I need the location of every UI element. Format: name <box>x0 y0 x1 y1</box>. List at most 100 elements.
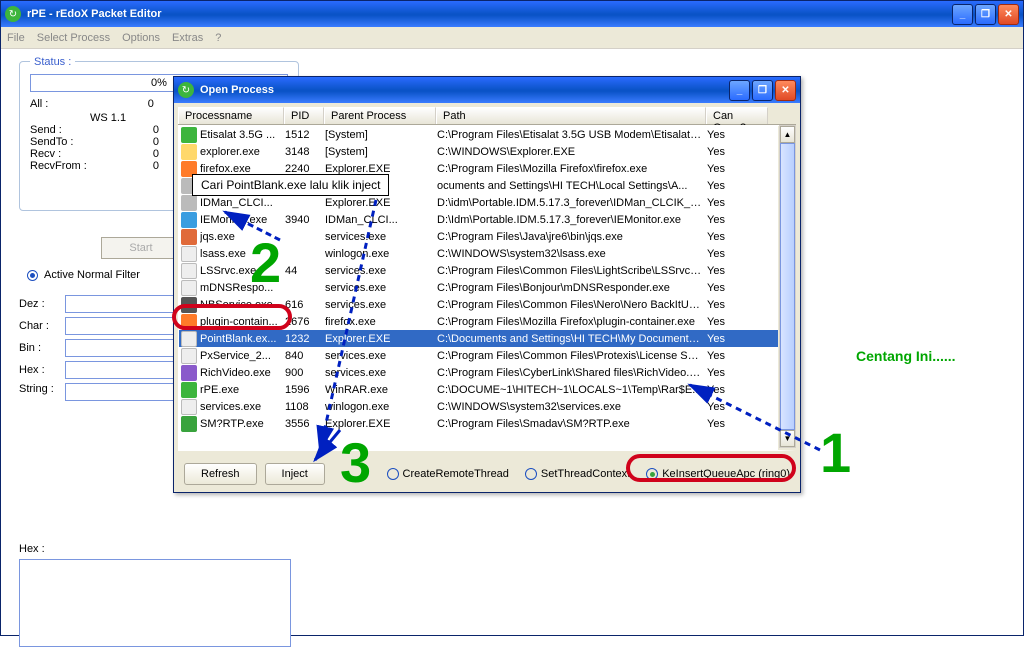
close-button[interactable]: ✕ <box>998 4 1019 25</box>
radio-setthreadcontext[interactable]: SetThreadContext <box>525 468 630 480</box>
header-pid[interactable]: PID <box>284 107 324 124</box>
maximize-button[interactable]: ❐ <box>975 4 996 25</box>
process-row[interactable]: SM?RTP.exe3556Explorer.EXEC:\Program Fil… <box>179 415 778 432</box>
cell-canopen: Yes <box>707 282 747 294</box>
radio-label-kiqa: KeInsertQueueApc (ring0) <box>662 468 790 480</box>
cell-parent: services.exe <box>325 350 437 362</box>
active-filter-radio[interactable] <box>27 270 38 281</box>
process-row[interactable]: lsass.exewinlogon.exeC:\WINDOWS\system32… <box>179 245 778 262</box>
scroll-down-icon[interactable]: ▼ <box>780 430 795 447</box>
scroll-up-icon[interactable]: ▲ <box>780 126 795 143</box>
cell-parent: Explorer.EXE <box>325 418 437 430</box>
menu-select-process[interactable]: Select Process <box>37 32 110 44</box>
cell-processname: services.exe <box>200 401 285 413</box>
process-row[interactable]: IEMonitor.exe3940IDMan_CLCI...D:\Idm\Por… <box>179 211 778 228</box>
header-path[interactable]: Path <box>436 107 706 124</box>
cell-processname: lsass.exe <box>200 248 285 260</box>
cell-canopen: Yes <box>707 299 747 311</box>
cell-canopen: Yes <box>707 265 747 277</box>
radio-keinsertqueueapc[interactable]: KeInsertQueueApc (ring0) <box>646 468 790 480</box>
cell-parent: winlogon.exe <box>325 401 437 413</box>
process-row[interactable]: RichVideo.exe900services.exeC:\Program F… <box>179 364 778 381</box>
cell-parent: services.exe <box>325 367 437 379</box>
scrollbar[interactable]: ▲ ▼ <box>779 125 796 448</box>
cell-canopen: Yes <box>707 350 747 362</box>
process-row[interactable]: services.exe1108winlogon.exeC:\WINDOWS\s… <box>179 398 778 415</box>
cell-canopen: Yes <box>707 384 747 396</box>
hex-panel[interactable] <box>19 559 291 647</box>
cell-parent: Explorer.EXE <box>325 333 437 345</box>
menu-file[interactable]: File <box>7 32 25 44</box>
process-row[interactable]: explorer.exe3148[System]C:\WINDOWS\Explo… <box>179 143 778 160</box>
sendto-label: SendTo : <box>30 136 73 148</box>
scroll-thumb[interactable] <box>780 143 795 430</box>
cell-path: C:\Program Files\Mozilla Firefox\firefox… <box>437 163 707 175</box>
process-row[interactable]: Etisalat 3.5G ...1512[System]C:\Program … <box>179 126 778 143</box>
cell-processname: PointBlank.ex... <box>200 333 285 345</box>
dez-label: Dez : <box>19 298 59 310</box>
header-canopen[interactable]: Can Open? <box>706 107 768 124</box>
dialog-close-button[interactable]: ✕ <box>775 80 796 101</box>
process-list[interactable]: Etisalat 3.5G ...1512[System]C:\Program … <box>178 125 796 451</box>
process-icon <box>181 331 197 347</box>
process-row[interactable]: mDNSRespo...services.exeC:\Program Files… <box>179 279 778 296</box>
dialog-title: Open Process <box>200 84 729 96</box>
process-row[interactable]: rPE.exe1596WinRAR.exeC:\DOCUME~1\HITECH~… <box>179 381 778 398</box>
cell-processname: explorer.exe <box>200 146 285 158</box>
inject-button[interactable]: Inject <box>265 463 325 485</box>
menu-options[interactable]: Options <box>122 32 160 44</box>
menu-help[interactable]: ? <box>215 32 221 44</box>
process-row[interactable]: jqs.exeservices.exeC:\Program Files\Java… <box>179 228 778 245</box>
header-processname[interactable]: Processname <box>178 107 284 124</box>
start-button[interactable]: Start <box>101 237 181 259</box>
cell-canopen: Yes <box>707 231 747 243</box>
cell-parent: Explorer.EXE <box>325 163 437 175</box>
dialog-maximize-button[interactable]: ❐ <box>752 80 773 101</box>
process-row[interactable]: plugin-contain...2676firefox.exeC:\Progr… <box>179 313 778 330</box>
cell-canopen: Yes <box>707 129 747 141</box>
process-row[interactable]: firefox.exe2240Explorer.EXEC:\Program Fi… <box>179 160 778 177</box>
cell-path: C:\DOCUME~1\HITECH~1\LOCALS~1\Temp\Rar$E… <box>437 384 707 396</box>
header-parent[interactable]: Parent Process <box>324 107 436 124</box>
process-icon <box>181 229 197 245</box>
cell-path: C:\Program Files\Java\jre6\bin\jqs.exe <box>437 231 707 243</box>
menu-extras[interactable]: Extras <box>172 32 203 44</box>
cell-pid: 2676 <box>285 316 325 328</box>
cell-processname: firefox.exe <box>200 163 285 175</box>
cell-path: C:\Documents and Settings\HI TECH\My Doc… <box>437 333 707 345</box>
cell-canopen: Yes <box>707 401 747 413</box>
cell-parent: WinRAR.exe <box>325 384 437 396</box>
recvfrom-label: RecvFrom : <box>30 160 87 172</box>
cell-path: C:\Program Files\Common Files\Nero\Nero … <box>437 299 707 311</box>
char-label: Char : <box>19 320 59 332</box>
cell-canopen: Yes <box>707 146 747 158</box>
cell-processname: LSSrvc.exe <box>200 265 285 277</box>
radio-label-crt: CreateRemoteThread <box>403 468 509 480</box>
process-icon <box>181 297 197 313</box>
dialog-bottom-bar: Refresh Inject CreateRemoteThread SetThr… <box>174 456 800 492</box>
process-row[interactable]: PxService_2...840services.exeC:\Program … <box>179 347 778 364</box>
process-row[interactable]: NBService.exe616services.exeC:\Program F… <box>179 296 778 313</box>
cell-canopen: Yes <box>707 418 747 430</box>
ws-1-1: WS 1.1 <box>90 112 126 124</box>
process-row[interactable]: IDMan_CLCI...Explorer.EXED:\idm\Portable… <box>179 194 778 211</box>
process-row[interactable]: ocuments and Settings\HI TECH\Local Sett… <box>179 177 778 194</box>
cell-path: D:\idm\Portable.IDM.5.17.3_forever\IDMan… <box>437 197 707 209</box>
cell-path: C:\Program Files\Smadav\SM?RTP.exe <box>437 418 707 430</box>
process-row[interactable]: PointBlank.ex...1232Explorer.EXEC:\Docum… <box>179 330 778 347</box>
hex-label-2: Hex : <box>19 543 45 555</box>
minimize-button[interactable]: _ <box>952 4 973 25</box>
dialog-minimize-button[interactable]: _ <box>729 80 750 101</box>
process-row[interactable]: LSSrvc.exe44services.exeC:\Program Files… <box>179 262 778 279</box>
cell-parent: services.exe <box>325 231 437 243</box>
cell-canopen: Yes <box>707 333 747 345</box>
send-label: Send : <box>30 124 62 136</box>
process-icon <box>181 314 197 330</box>
cell-processname: mDNSRespo... <box>200 282 285 294</box>
cell-path: C:\WINDOWS\system32\services.exe <box>437 401 707 413</box>
radio-createremotethread[interactable]: CreateRemoteThread <box>387 468 509 480</box>
refresh-button[interactable]: Refresh <box>184 463 257 485</box>
filter-row[interactable]: Active Normal Filter <box>27 269 140 281</box>
cell-pid: 2240 <box>285 163 325 175</box>
cell-pid: 1232 <box>285 333 325 345</box>
